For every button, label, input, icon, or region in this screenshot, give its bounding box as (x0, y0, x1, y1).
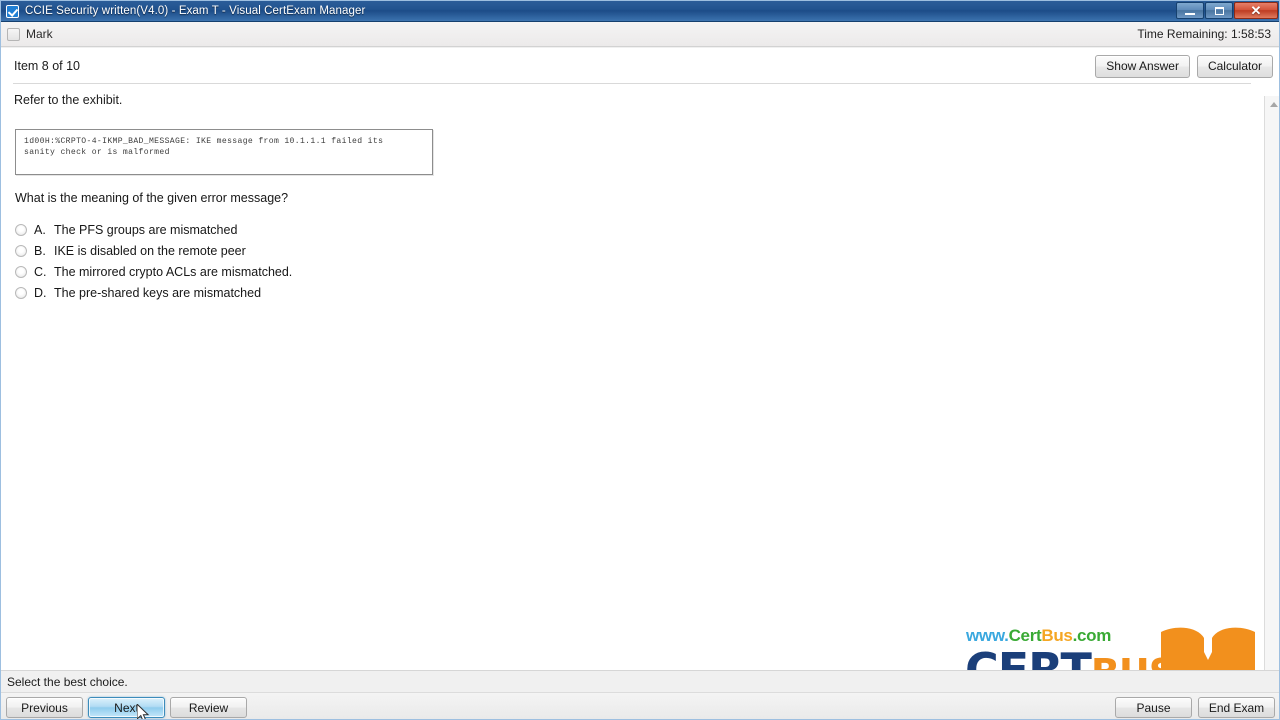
answer-option-c[interactable]: C. The mirrored crypto ACLs are mismatch… (15, 261, 292, 282)
answer-option-d[interactable]: D. The pre-shared keys are mismatched (15, 282, 292, 303)
answer-option-b[interactable]: B. IKE is disabled on the remote peer (15, 240, 292, 261)
exam-application-window: CCIE Security written(V4.0) - Exam T - V… (0, 0, 1280, 720)
answer-options-list: A. The PFS groups are mismatched B. IKE … (15, 219, 292, 303)
app-checkbox-icon (6, 4, 19, 18)
header-divider (13, 83, 1251, 84)
next-button[interactable]: Next (88, 697, 165, 718)
question-prompt: What is the meaning of the given error m… (15, 191, 289, 205)
title-bar: CCIE Security written(V4.0) - Exam T - V… (1, 1, 1279, 22)
radio-button-d[interactable] (15, 286, 27, 299)
radio-button-b[interactable] (15, 244, 27, 257)
radio-button-a[interactable] (15, 223, 27, 236)
option-text-b: IKE is disabled on the remote peer (54, 243, 246, 258)
exhibit-box: 1d00H:%CRPTO-4-IKMP_BAD_MESSAGE: IKE mes… (15, 129, 433, 175)
time-remaining: Time Remaining: 1:58:53 (1137, 27, 1271, 41)
scroll-up-arrow-icon[interactable] (1265, 96, 1279, 113)
option-text-c: The mirrored crypto ACLs are mismatched. (54, 264, 293, 279)
radio-button-c[interactable] (15, 265, 27, 278)
minimize-icon (1185, 12, 1195, 15)
navigation-left-group: Previous Next Review (6, 697, 247, 718)
exhibit-log-text: 1d00H:%CRPTO-4-IKMP_BAD_MESSAGE: IKE mes… (24, 137, 384, 157)
close-button[interactable]: ✕ (1234, 2, 1278, 19)
end-exam-button[interactable]: End Exam (1198, 697, 1275, 718)
window-controls: ✕ (1176, 2, 1278, 19)
option-text-a: The PFS groups are mismatched (54, 222, 238, 237)
triangle-up-glyph (1269, 102, 1278, 107)
option-letter-b: B. (34, 243, 46, 258)
option-text-d: The pre-shared keys are mismatched (54, 285, 262, 300)
option-letter-a: A. (34, 222, 46, 237)
question-panel: Item 8 of 10 Show Answer Calculator Refe… (1, 48, 1279, 718)
item-header-row: Item 8 of 10 (1, 49, 1253, 83)
item-counter: Item 8 of 10 (14, 59, 81, 73)
navigation-bar: Previous Next Review Pause End Exam (1, 692, 1279, 719)
maximize-icon (1214, 6, 1224, 15)
maximize-button[interactable] (1205, 2, 1233, 19)
option-letter-d: D. (34, 285, 47, 300)
mark-label: Mark (26, 27, 53, 41)
review-button[interactable]: Review (170, 697, 247, 718)
calculator-button[interactable]: Calculator (1196, 55, 1273, 78)
status-hint: Select the best choice. (7, 674, 128, 689)
navigation-right-group: Pause End Exam (1115, 697, 1275, 718)
mark-bar: Mark Time Remaining: 1:58:53 (1, 22, 1279, 47)
question-toolbar: Show Answer Calculator (1095, 55, 1273, 78)
refer-to-exhibit-text: Refer to the exhibit. (14, 93, 123, 107)
previous-button[interactable]: Previous (6, 697, 83, 718)
minimize-button[interactable] (1176, 2, 1204, 19)
answer-option-a[interactable]: A. The PFS groups are mismatched (15, 219, 292, 240)
option-letter-c: C. (34, 264, 47, 279)
pause-button[interactable]: Pause (1115, 697, 1192, 718)
window-title: CCIE Security written(V4.0) - Exam T - V… (25, 5, 366, 17)
mark-checkbox[interactable] (7, 27, 20, 41)
close-icon: ✕ (1250, 3, 1262, 18)
show-answer-button[interactable]: Show Answer (1095, 55, 1190, 78)
status-bar: Select the best choice. (1, 670, 1279, 692)
content-scrollbar[interactable] (1264, 96, 1279, 718)
